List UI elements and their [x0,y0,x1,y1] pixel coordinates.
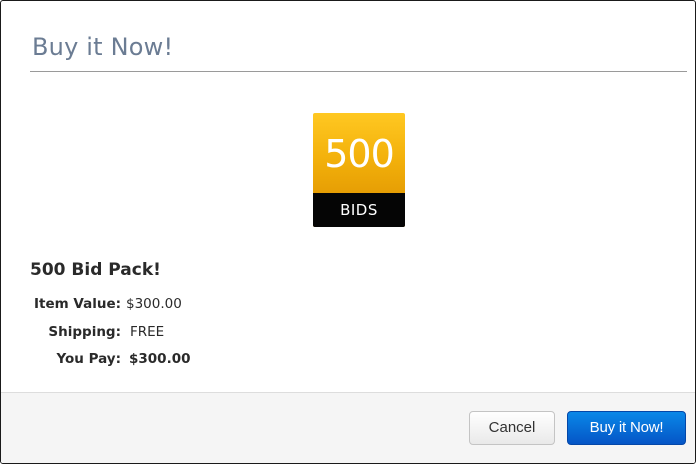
buy-it-now-dialog: Buy it Now! 500 BIDS 500 Bid Pack! Item … [0,0,696,464]
bid-pack-image: 500 BIDS [313,113,405,227]
item-value-label: Item Value: [33,296,121,312]
bid-pack-strip: BIDS [313,193,405,227]
shipping-label: Shipping: [48,324,121,340]
you-pay-label: You Pay: [56,351,121,367]
dialog-title: Buy it Now! [32,33,174,61]
bid-pack-word: BIDS [340,201,378,219]
you-pay-amount: $300.00 [129,351,191,367]
product-name: 500 Bid Pack! [30,260,161,280]
header-divider [30,71,687,72]
shipping-value: FREE [130,324,165,340]
item-value-amount: $300.00 [126,296,182,312]
cancel-button[interactable]: Cancel [469,411,555,445]
dialog-header: Buy it Now! [1,1,695,73]
dialog-footer: Cancel Buy it Now! [1,392,695,463]
buy-it-now-button[interactable]: Buy it Now! [567,411,686,445]
bid-pack-count: 500 [324,132,395,176]
